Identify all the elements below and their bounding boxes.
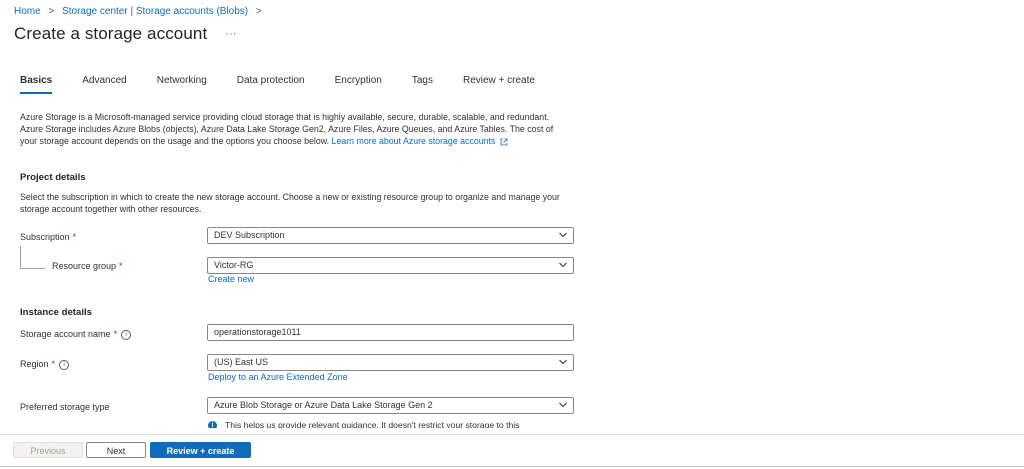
subscription-value: DEV Subscription [214, 230, 285, 240]
form-content: Azure Storage is a Microsoft-managed ser… [20, 108, 580, 428]
next-button[interactable]: Next [86, 442, 146, 458]
title-row: Create a storage account ··· [14, 24, 236, 44]
storage-type-note-text: This helps us provide relevant guidance.… [225, 420, 520, 428]
tab-tags[interactable]: Tags [412, 75, 433, 94]
info-icon[interactable]: i [59, 359, 70, 370]
learn-more-link[interactable]: Learn more about Azure storage accounts [332, 136, 496, 146]
review-create-button[interactable]: Review + create [150, 442, 251, 458]
external-link-icon [500, 138, 508, 146]
create-new-link[interactable]: Create new [208, 274, 254, 284]
required-mark: * [51, 359, 56, 369]
breadcrumb: Home > Storage center | Storage accounts… [14, 6, 267, 17]
page-title: Create a storage account [14, 24, 208, 43]
previous-button[interactable]: Previous [13, 442, 83, 458]
chevron-down-icon [559, 232, 567, 238]
tab-encryption[interactable]: Encryption [335, 75, 382, 94]
resource-group-value: Victor-RG [214, 260, 254, 270]
subscription-label: Subscription * [20, 232, 76, 242]
required-mark: * [113, 329, 118, 339]
chevron-down-icon [559, 262, 567, 268]
preferred-storage-type-value: Azure Blob Storage or Azure Data Lake St… [214, 400, 433, 410]
breadcrumb-home[interactable]: Home [14, 6, 41, 17]
preferred-storage-type-label: Preferred storage type [20, 402, 110, 412]
intro-paragraph: Azure Storage is a Microsoft-managed ser… [20, 111, 568, 147]
required-mark: * [72, 232, 77, 242]
tab-bar: Basics Advanced Networking Data protecti… [20, 75, 565, 94]
storage-account-name-label: Storage account name * i [20, 329, 132, 340]
preferred-storage-type-dropdown[interactable]: Azure Blob Storage or Azure Data Lake St… [207, 397, 574, 414]
chevron-down-icon [559, 359, 567, 365]
region-label-text: Region [20, 359, 49, 369]
chevron-down-icon [559, 402, 567, 408]
region-value: (US) East US [214, 357, 269, 367]
breadcrumb-storage-center[interactable]: Storage center | Storage accounts (Blobs… [62, 6, 248, 17]
info-icon: i [208, 421, 217, 428]
storage-account-name-label-text: Storage account name [20, 329, 111, 339]
tab-data-protection[interactable]: Data protection [237, 75, 305, 94]
instance-details-title: Instance details [20, 307, 92, 318]
project-details-title: Project details [20, 172, 86, 183]
storage-type-info-note: i This helps us provide relevant guidance… [208, 420, 519, 428]
tab-basics[interactable]: Basics [20, 75, 53, 94]
subscription-dropdown[interactable]: DEV Subscription [207, 227, 574, 244]
tab-networking[interactable]: Networking [157, 75, 207, 94]
tree-connector [20, 246, 45, 269]
breadcrumb-separator: > [48, 6, 55, 17]
storage-account-name-value: operationstorage1011 [214, 327, 301, 337]
breadcrumb-separator: > [255, 6, 262, 17]
resource-group-label: Resource group * [52, 261, 123, 271]
bottom-divider [0, 466, 1024, 467]
extended-zone-link[interactable]: Deploy to an Azure Extended Zone [208, 372, 348, 382]
required-mark: * [119, 261, 123, 271]
resource-group-dropdown[interactable]: Victor-RG [207, 257, 574, 274]
subscription-label-text: Subscription [20, 232, 70, 242]
storage-account-name-input[interactable]: operationstorage1011 [207, 324, 574, 341]
tab-review-create[interactable]: Review + create [463, 75, 535, 94]
region-dropdown[interactable]: (US) East US [207, 354, 574, 371]
region-label: Region * i [20, 359, 70, 370]
more-options-icon[interactable]: ··· [225, 28, 236, 40]
info-icon[interactable]: i [121, 329, 132, 340]
footer-bar: Previous Next Review + create [0, 434, 1024, 469]
tab-advanced[interactable]: Advanced [82, 75, 126, 94]
project-details-description: Select the subscription in which to crea… [20, 192, 560, 214]
resource-group-label-text: Resource group [52, 261, 117, 271]
